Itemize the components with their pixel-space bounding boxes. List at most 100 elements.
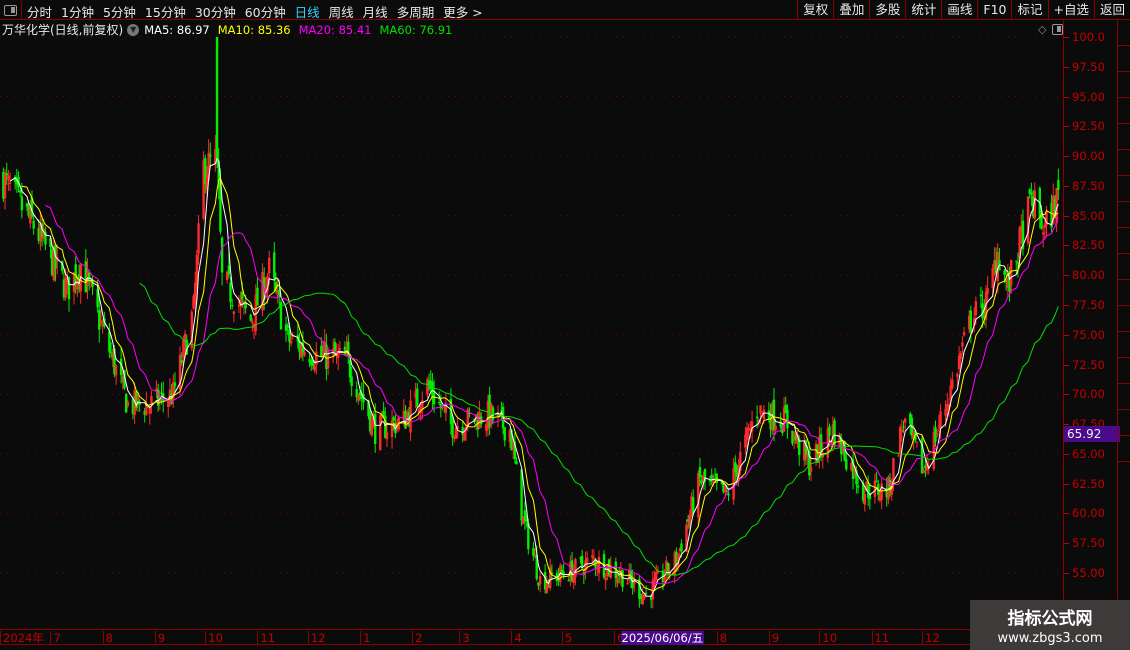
side-tab[interactable] [1118,202,1130,228]
period-tab[interactable]: 多周期 [397,2,435,21]
up-candle [545,581,549,593]
y-tick-label: 55.00 [1072,565,1105,580]
y-tick-label: 100.0 [1072,30,1105,44]
up-candle [991,268,994,289]
period-tab[interactable]: 月线 [363,2,388,21]
tool-button[interactable]: 统计 [905,0,941,20]
y-tick [1064,245,1069,247]
period-tab[interactable]: 1分钟 [61,2,94,21]
side-tab[interactable] [1118,410,1130,436]
period-tab[interactable]: 30分钟 [195,2,236,21]
x-tick-label: 1 [360,631,370,645]
side-tab[interactable] [1118,176,1130,202]
down-candle [286,325,289,328]
side-tab[interactable] [1118,306,1130,332]
y-tick [1064,453,1069,455]
down-candle [786,409,789,429]
period-tab[interactable]: 更多 > [443,2,482,21]
tool-button[interactable]: 复权 [797,0,833,20]
up-candle [338,347,342,350]
price-axis: 100.0 97.50 95.00 92.50 90.00 87.50 85.00 82.50… [1063,20,1117,630]
down-candle [98,310,101,330]
side-tab[interactable] [1118,254,1130,280]
panel-toggle-icon[interactable] [1052,24,1064,35]
up-candle [1026,196,1030,244]
period-tab[interactable]: 15分钟 [145,2,186,21]
panel-toggle-button[interactable] [0,0,22,20]
watermark-name: 指标公式网 [1007,609,1093,629]
period-tab[interactable]: 周线 [329,2,354,21]
tool-button[interactable]: 返回 [1093,0,1130,20]
tool-button[interactable]: 叠加 [833,0,869,20]
up-candle [8,182,12,184]
up-candle [935,433,939,436]
side-tab[interactable] [1118,358,1130,384]
y-tick [1064,543,1069,545]
y-tick [1064,483,1069,485]
y-tick [1064,364,1069,366]
up-candle [148,407,151,414]
down-candle [902,426,905,428]
top-toolbar: 分时 1分钟 5分钟 15分钟 30分钟 60分钟 日线 周线 月线 多周期 更多 > 复权 叠加 多股… [0,0,1130,20]
down-candle [845,459,848,470]
down-candle [180,359,183,363]
side-tab-strip[interactable] [1117,20,1130,646]
y-tick-label: 97.50 [1072,59,1105,74]
up-candle [114,365,118,376]
side-tab[interactable] [1118,98,1130,124]
period-tab[interactable]: 分时 [27,2,52,21]
up-candle [315,351,318,365]
down-candle [32,220,35,229]
tool-button[interactable]: 画线 [941,0,977,20]
tool-button[interactable]: +自选 [1047,0,1094,20]
tool-button[interactable]: 多股 [869,0,905,20]
up-candle [986,288,989,295]
y-tick-label: 77.50 [1072,297,1105,312]
period-tab[interactable]: 60分钟 [245,2,286,21]
up-candle [3,173,7,199]
chevron-down-icon[interactable]: ▼ [127,23,140,36]
tool-buttons: 复权 叠加 多股 统计 画线 F10 标记 +自选 返回 [797,0,1130,20]
side-tab[interactable] [1118,384,1130,410]
down-candle [87,272,91,281]
up-candle [268,257,271,274]
tool-button[interactable]: 标记 [1011,0,1047,20]
x-tick-label: 11 [257,631,275,645]
down-candle [392,417,395,421]
down-candle [710,474,713,479]
side-tab[interactable] [1118,436,1130,462]
tool-button[interactable]: F10 [977,0,1011,20]
up-candle [251,320,254,324]
y-tick [1064,156,1069,158]
x-tick-label: 8 [102,631,113,645]
kline-chart[interactable] [0,0,1063,629]
period-tab[interactable]: 日线 [295,2,320,21]
x-tick-label: 3 [459,631,470,645]
up-candle [150,396,153,404]
side-tab[interactable] [1118,150,1130,176]
side-tab[interactable] [1118,280,1130,306]
up-candle [313,365,316,371]
up-candle [904,418,907,423]
up-candle [863,494,867,505]
side-tab[interactable] [1118,72,1130,98]
down-candle [249,314,252,321]
period-tab[interactable]: 5分钟 [103,2,136,21]
up-candle [136,395,140,402]
y-tick [1064,37,1069,38]
side-tab[interactable] [1118,228,1130,254]
up-candle [538,576,542,585]
up-candle [961,342,964,347]
up-candle [592,557,596,560]
side-tab[interactable] [1118,124,1130,150]
diamond-icon[interactable]: ◇ [1038,23,1046,36]
y-tick-label: 60.00 [1072,506,1105,521]
y-tick-label: 87.50 [1072,178,1105,193]
side-tab[interactable] [1118,20,1130,46]
y-tick-label: 82.50 [1072,238,1105,253]
side-tab[interactable] [1118,332,1130,358]
up-candle [591,555,594,558]
side-tab[interactable] [1118,46,1130,72]
down-candle [5,172,8,176]
down-candle [692,497,695,514]
